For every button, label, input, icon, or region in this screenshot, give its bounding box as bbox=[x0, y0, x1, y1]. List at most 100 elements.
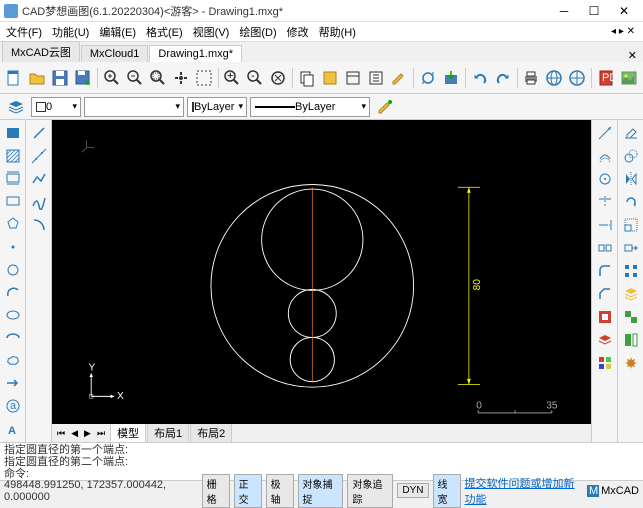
layer-off-tool[interactable] bbox=[594, 329, 616, 351]
point-tool[interactable] bbox=[2, 236, 24, 258]
ellipse-arc-tool[interactable] bbox=[2, 327, 24, 349]
save-button[interactable] bbox=[50, 66, 70, 90]
status-grid[interactable]: 栅格 bbox=[202, 474, 230, 508]
undo-button[interactable] bbox=[470, 66, 490, 90]
menu-format[interactable]: 格式(E) bbox=[142, 22, 187, 42]
web-button[interactable] bbox=[544, 66, 564, 90]
menu-help[interactable]: 帮助(H) bbox=[315, 22, 360, 42]
menu-view[interactable]: 视图(V) bbox=[189, 22, 234, 42]
drawing-canvas[interactable]: 80 X Y bbox=[52, 120, 591, 424]
properties-button[interactable] bbox=[366, 66, 386, 90]
saveas-button[interactable] bbox=[73, 66, 93, 90]
pdf-button[interactable]: PDF bbox=[596, 66, 616, 90]
zoom-window-button[interactable] bbox=[148, 66, 168, 90]
cut-button[interactable] bbox=[320, 66, 340, 90]
tab-nav-next[interactable]: ▶ bbox=[81, 428, 94, 439]
arrow-tool[interactable] bbox=[2, 373, 24, 395]
paste-button[interactable] bbox=[343, 66, 363, 90]
rectangle-fill-tool[interactable] bbox=[2, 122, 24, 144]
cloud-button[interactable] bbox=[567, 66, 587, 90]
tab-nav-prev[interactable]: ◀ bbox=[68, 428, 81, 439]
color-tool[interactable] bbox=[594, 352, 616, 374]
color-picker-button[interactable] bbox=[373, 95, 397, 119]
menu-edit[interactable]: 编辑(E) bbox=[95, 22, 140, 42]
revision-cloud-tool[interactable] bbox=[2, 350, 24, 372]
close-button[interactable]: ✕ bbox=[609, 1, 639, 21]
layout-tab-1[interactable]: 布局1 bbox=[147, 423, 189, 443]
merge-tool[interactable] bbox=[620, 306, 642, 328]
hatch-tool[interactable] bbox=[2, 145, 24, 167]
tabs-close[interactable]: ✕ bbox=[624, 49, 641, 62]
array-tool[interactable] bbox=[620, 260, 642, 282]
layout-tab-2[interactable]: 布局2 bbox=[190, 423, 232, 443]
polygon-tool[interactable] bbox=[2, 213, 24, 235]
pan-button[interactable] bbox=[171, 66, 191, 90]
tab-nav-first[interactable]: ⏮ bbox=[54, 428, 68, 439]
trim-tool[interactable] bbox=[594, 191, 616, 213]
zoom-previous-button[interactable]: - bbox=[245, 66, 265, 90]
zoom-out-button[interactable] bbox=[125, 66, 145, 90]
status-lineweight[interactable]: 线宽 bbox=[433, 474, 461, 508]
zoom-realtime-button[interactable]: + bbox=[222, 66, 242, 90]
chamfer-tool[interactable] bbox=[594, 283, 616, 305]
open-button[interactable] bbox=[27, 66, 47, 90]
status-ortho[interactable]: 正交 bbox=[234, 474, 262, 508]
explode-tool[interactable] bbox=[620, 352, 642, 374]
xline-tool[interactable] bbox=[28, 145, 50, 167]
layer-tool[interactable] bbox=[620, 283, 642, 305]
zoom-extents-button[interactable] bbox=[194, 66, 214, 90]
tab-drawing1[interactable]: Drawing1.mxg* bbox=[149, 45, 242, 62]
status-otrack[interactable]: 对象追踪 bbox=[347, 474, 393, 508]
status-polar[interactable]: 极轴 bbox=[266, 474, 294, 508]
minimize-button[interactable]: ─ bbox=[549, 1, 579, 21]
layer-dropdown[interactable] bbox=[84, 97, 184, 117]
stretch-tool[interactable] bbox=[620, 237, 642, 259]
circle-tool[interactable] bbox=[2, 259, 24, 281]
circle-mod-tool[interactable] bbox=[594, 168, 616, 190]
print-button[interactable] bbox=[521, 66, 541, 90]
attribute-tool[interactable]: a bbox=[2, 395, 24, 417]
zoom-in-button[interactable] bbox=[102, 66, 122, 90]
status-osnap[interactable]: 对象捕捉 bbox=[298, 474, 344, 508]
spline-tool[interactable] bbox=[28, 191, 50, 213]
linetype-dropdown[interactable]: ByLayer bbox=[187, 97, 247, 117]
status-dyn[interactable]: DYN bbox=[397, 483, 428, 498]
copy2-tool[interactable] bbox=[620, 145, 642, 167]
break-tool[interactable] bbox=[594, 237, 616, 259]
line-tool[interactable] bbox=[28, 122, 50, 144]
arc-tool[interactable] bbox=[2, 281, 24, 303]
menu-modify[interactable]: 修改 bbox=[283, 22, 313, 42]
mirror-tool[interactable] bbox=[620, 168, 642, 190]
feedback-link[interactable]: 提交软件问题或增加新功能 bbox=[465, 475, 584, 507]
rectangle-tool[interactable] bbox=[2, 190, 24, 212]
scale-tool[interactable] bbox=[620, 214, 642, 236]
edit-button[interactable] bbox=[389, 66, 409, 90]
tab-nav-last[interactable]: ⏭ bbox=[94, 428, 108, 439]
copy-button[interactable] bbox=[297, 66, 317, 90]
tab-mxcloud1[interactable]: MxCloud1 bbox=[81, 45, 149, 62]
erase-tool[interactable] bbox=[620, 122, 642, 144]
move-tool[interactable] bbox=[594, 122, 616, 144]
tab-mxcad-cloud[interactable]: MxCAD云图 bbox=[2, 41, 80, 62]
zoom-all-button[interactable] bbox=[268, 66, 288, 90]
layout-tab-model[interactable]: 模型 bbox=[110, 423, 146, 443]
text-tool[interactable]: A bbox=[2, 418, 24, 440]
color-dropdown[interactable]: 0 bbox=[31, 97, 81, 117]
export-button[interactable] bbox=[441, 66, 461, 90]
ellipse-tool[interactable] bbox=[2, 304, 24, 326]
redo-button[interactable] bbox=[493, 66, 513, 90]
region-tool[interactable] bbox=[2, 168, 24, 190]
image-button[interactable] bbox=[619, 66, 639, 90]
fillet-tool[interactable] bbox=[594, 260, 616, 282]
menu-function[interactable]: 功能(U) bbox=[48, 22, 93, 42]
lineweight-dropdown[interactable]: ByLayer bbox=[250, 97, 370, 117]
menu-file[interactable]: 文件(F) bbox=[2, 22, 46, 42]
extend-tool[interactable] bbox=[594, 214, 616, 236]
polyline-tool[interactable] bbox=[28, 168, 50, 190]
isolate-tool[interactable] bbox=[594, 306, 616, 328]
refresh-button[interactable] bbox=[418, 66, 438, 90]
offset-tool[interactable] bbox=[594, 145, 616, 167]
menu-overflow[interactable]: ◂ ▸ ✕ bbox=[605, 26, 641, 37]
new-button[interactable] bbox=[4, 66, 24, 90]
menu-draw[interactable]: 绘图(D) bbox=[235, 22, 280, 42]
